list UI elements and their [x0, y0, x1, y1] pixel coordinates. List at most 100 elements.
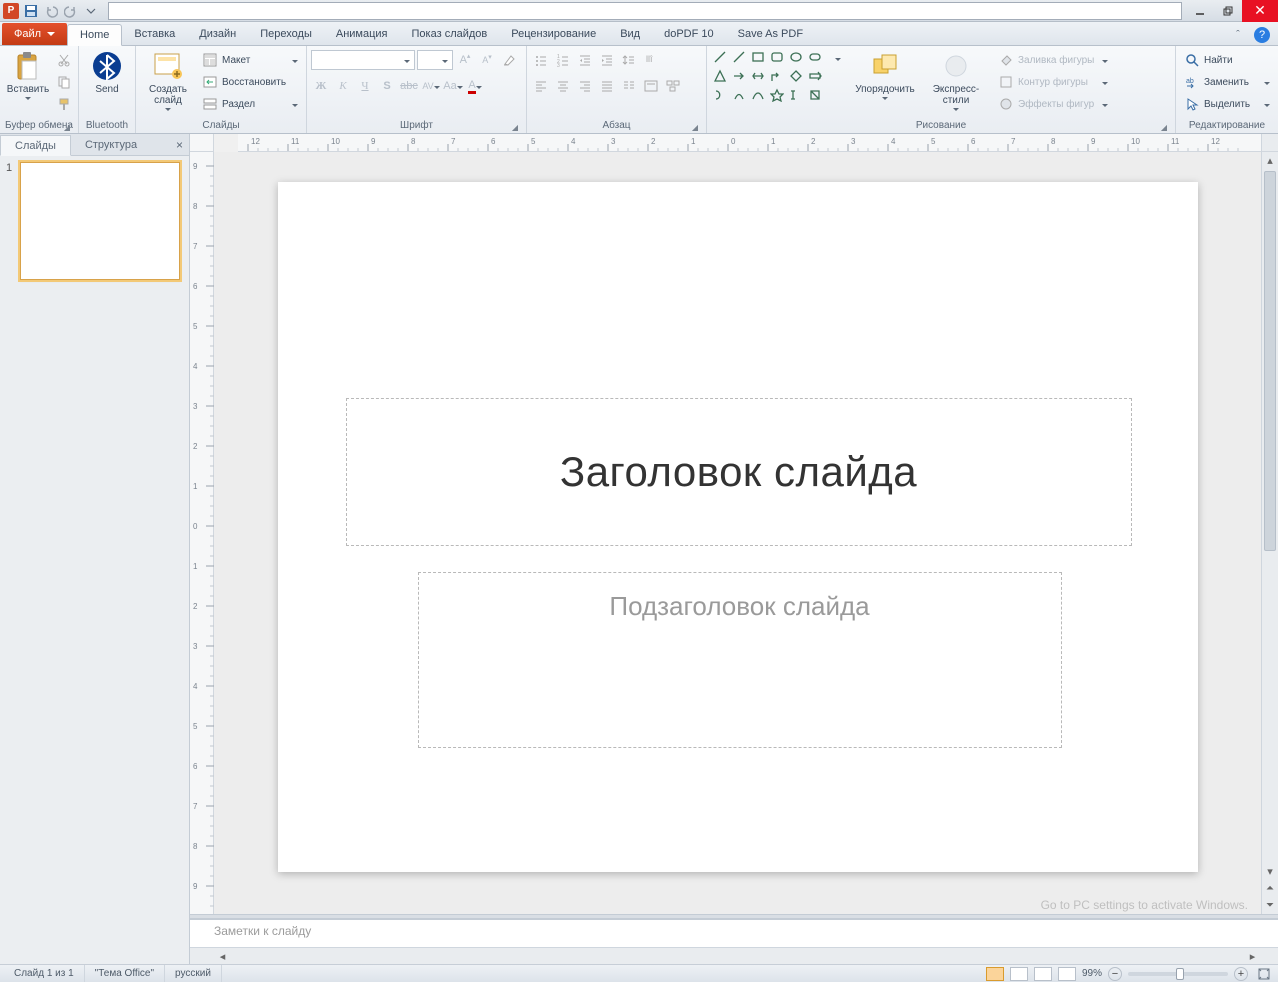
increase-indent-button[interactable] — [597, 50, 617, 70]
reading-view-button[interactable] — [1034, 967, 1052, 981]
bluetooth-send-button[interactable]: Send — [83, 48, 131, 97]
undo-button[interactable] — [42, 2, 60, 20]
dialog-launcher-icon[interactable]: ◢ — [1159, 122, 1169, 132]
align-right-button[interactable] — [575, 76, 595, 96]
align-center-button[interactable] — [553, 76, 573, 96]
tab-slideshow[interactable]: Показ слайдов — [400, 23, 500, 45]
dialog-launcher-icon[interactable]: ◢ — [690, 122, 700, 132]
prev-slide-icon[interactable]: ⏶ — [1262, 880, 1278, 897]
vertical-scrollbar[interactable]: ▴ ▾ ⏶ ⏷ — [1261, 152, 1278, 914]
reset-button[interactable]: Восстановить — [198, 72, 302, 92]
status-theme[interactable]: "Тема Office" — [85, 965, 165, 982]
slide[interactable]: Заголовок слайда Подзаголовок слайда — [278, 182, 1198, 872]
status-language[interactable]: русский — [165, 965, 222, 982]
copy-button[interactable] — [54, 72, 74, 92]
columns-button[interactable] — [619, 76, 639, 96]
font-name-combo[interactable] — [311, 50, 415, 70]
minimize-button[interactable] — [1186, 0, 1214, 22]
layout-button[interactable]: Макет — [198, 50, 302, 70]
status-slide-count[interactable]: Слайд 1 из 1 — [4, 965, 85, 982]
tab-design[interactable]: Дизайн — [187, 23, 248, 45]
minimize-ribbon-icon[interactable]: ˆ — [1228, 25, 1248, 45]
next-slide-icon[interactable]: ⏷ — [1262, 897, 1278, 914]
scroll-right-icon[interactable]: ▸ — [1244, 948, 1261, 964]
normal-view-button[interactable] — [986, 967, 1004, 981]
tab-view[interactable]: Вид — [608, 23, 652, 45]
shape-outline-button[interactable]: Контур фигуры — [994, 72, 1112, 92]
shapes-gallery[interactable] — [711, 48, 824, 104]
font-color-button[interactable]: A — [465, 76, 485, 96]
tab-home[interactable]: Home — [67, 24, 122, 46]
bullets-button[interactable] — [531, 50, 551, 70]
scroll-down-icon[interactable]: ▾ — [1262, 863, 1278, 880]
tab-animations[interactable]: Анимация — [324, 23, 400, 45]
format-painter-button[interactable] — [54, 94, 74, 114]
char-spacing-button[interactable]: AV — [421, 76, 441, 96]
subtitle-placeholder[interactable]: Подзаголовок слайда — [418, 572, 1062, 748]
outline-tab[interactable]: Структура — [71, 134, 151, 155]
slide-stage[interactable]: Заголовок слайда Подзаголовок слайда — [214, 152, 1261, 914]
tab-review[interactable]: Рецензирование — [499, 23, 608, 45]
shrink-font-button[interactable]: A▾ — [477, 50, 497, 70]
align-text-button[interactable] — [641, 76, 661, 96]
help-icon[interactable]: ? — [1254, 27, 1270, 43]
line-spacing-button[interactable] — [619, 50, 639, 70]
title-placeholder[interactable]: Заголовок слайда — [346, 398, 1132, 546]
decrease-indent-button[interactable] — [575, 50, 595, 70]
section-button[interactable]: Раздел — [198, 94, 302, 114]
tab-transitions[interactable]: Переходы — [248, 23, 324, 45]
app-icon[interactable]: P — [2, 2, 20, 20]
bold-button[interactable]: Ж — [311, 76, 331, 96]
close-panel-button[interactable]: × — [170, 134, 189, 155]
shape-fill-button[interactable]: Заливка фигуры — [994, 50, 1112, 70]
save-button[interactable] — [22, 2, 40, 20]
grow-font-button[interactable]: A▴ — [455, 50, 475, 70]
close-button[interactable]: ✕ — [1242, 0, 1278, 22]
fit-to-window-button[interactable] — [1254, 964, 1274, 984]
dialog-launcher-icon[interactable]: ◢ — [510, 122, 520, 132]
restore-button[interactable] — [1214, 0, 1242, 22]
strike-button[interactable]: abc — [399, 76, 419, 96]
qat-customize[interactable] — [82, 2, 100, 20]
replace-button[interactable]: abЗаменить — [1180, 72, 1274, 92]
smartart-button[interactable] — [663, 76, 683, 96]
sorter-view-button[interactable] — [1010, 967, 1028, 981]
tab-dopdf[interactable]: doPDF 10 — [652, 23, 726, 45]
justify-button[interactable] — [597, 76, 617, 96]
cut-button[interactable] — [54, 50, 74, 70]
tab-insert[interactable]: Вставка — [122, 23, 187, 45]
font-size-combo[interactable] — [417, 50, 453, 70]
find-button[interactable]: Найти — [1180, 50, 1274, 70]
quick-styles-button[interactable]: Экспресс-стили — [920, 48, 992, 113]
tab-saveaspdf[interactable]: Save As PDF — [726, 23, 815, 45]
italic-button[interactable]: К — [333, 76, 353, 96]
new-slide-button[interactable]: Создать слайд — [140, 48, 196, 113]
title-input[interactable] — [108, 2, 1182, 20]
underline-button[interactable]: Ч — [355, 76, 375, 96]
arrange-button[interactable]: Упорядочить — [852, 48, 918, 102]
scroll-left-icon[interactable]: ◂ — [214, 948, 231, 964]
file-tab[interactable]: Файл — [2, 23, 67, 45]
zoom-in-button[interactable]: + — [1234, 967, 1248, 981]
slides-tab[interactable]: Слайды — [0, 135, 71, 156]
shadow-button[interactable]: S — [377, 76, 397, 96]
horizontal-scrollbar[interactable]: ◂ ▸ — [190, 947, 1278, 964]
align-left-button[interactable] — [531, 76, 551, 96]
scroll-up-icon[interactable]: ▴ — [1262, 152, 1278, 169]
clear-format-button[interactable] — [499, 50, 519, 70]
change-case-button[interactable]: Aa — [443, 76, 463, 96]
numbering-button[interactable]: 123 — [553, 50, 573, 70]
dialog-launcher-icon[interactable]: ◢ — [62, 122, 72, 132]
select-button[interactable]: Выделить — [1180, 94, 1274, 114]
zoom-slider[interactable] — [1128, 972, 1228, 976]
shapes-more-button[interactable] — [828, 48, 848, 68]
slideshow-view-button[interactable] — [1058, 967, 1076, 981]
shape-effects-button[interactable]: Эффекты фигур — [994, 94, 1112, 114]
notes-pane[interactable]: Заметки к слайду Go to PC settings to ac… — [190, 919, 1278, 947]
text-direction-button[interactable]: llî — [641, 50, 661, 70]
paste-button[interactable]: Вставить — [4, 48, 52, 102]
zoom-out-button[interactable]: − — [1108, 967, 1122, 981]
slide-thumbnail[interactable] — [20, 162, 180, 280]
zoom-value[interactable]: 99% — [1082, 968, 1102, 979]
redo-button[interactable] — [62, 2, 80, 20]
